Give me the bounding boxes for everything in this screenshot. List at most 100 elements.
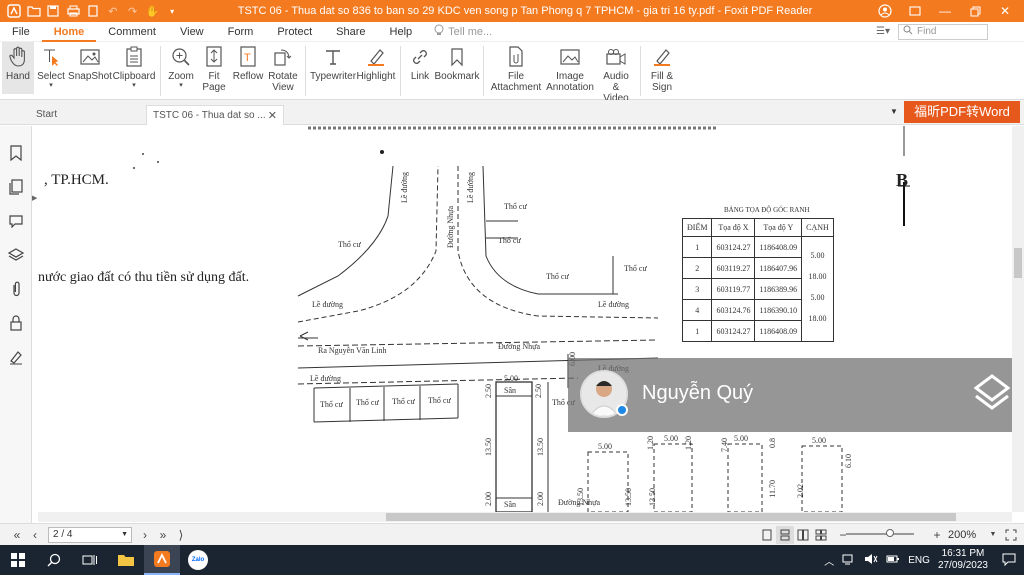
menu-view[interactable]: View [168,22,216,42]
highlight-button[interactable]: Highlight [356,42,396,82]
vertical-scrollbar[interactable] [1012,126,1024,512]
page-dropdown-icon[interactable]: ▼ [121,528,128,542]
new-icon[interactable] [85,3,101,19]
taskbar-clock[interactable]: 16:31 PM 27/09/2023 [938,548,988,572]
image-annotation-button[interactable]: Image Annotation [544,42,596,93]
notifications-icon[interactable] [1002,552,1016,569]
redo-icon[interactable]: ↷ [125,3,141,19]
horizontal-scrollbar[interactable] [38,512,1012,522]
pages-panel-icon[interactable] [0,170,32,204]
snapshot-button[interactable]: SnapShot [68,42,112,82]
bookmarks-panel-icon[interactable] [0,136,32,170]
sidebar-expand-icon[interactable]: ▶ [32,194,37,202]
fit-page-button[interactable]: Fit Page [197,42,231,93]
svg-text:T: T [244,52,251,64]
first-page-icon[interactable]: « [8,526,26,544]
window-title: TSTC 06 - Thua dat so 836 to ban so 29 K… [237,5,813,17]
zalo-icon[interactable]: Zalo [180,545,216,575]
zoom-dropdown-icon[interactable]: ▼ [984,526,1002,544]
layers-panel-icon[interactable] [0,238,32,272]
ribbon-options-icon[interactable] [900,0,930,22]
zoom-slider-knob[interactable] [886,529,894,537]
hand-tool-button[interactable]: Hand [2,42,34,94]
hand-tool-quick-icon[interactable]: ✋ [144,3,160,19]
find-input[interactable]: Find [898,23,988,40]
security-panel-icon[interactable] [0,306,32,340]
customize-dropdown-icon[interactable]: ▾ [164,3,180,19]
dimension-label: 5.00 [504,374,518,383]
find-placeholder: Find [917,26,937,37]
clock-date: 27/09/2023 [937,560,988,571]
minimize-icon[interactable]: — [930,0,960,22]
print-icon[interactable] [65,3,81,19]
horizontal-scroll-thumb[interactable] [386,513,956,521]
tab-current-document[interactable]: TSTC 06 - Thua dat so ... ✕ [146,105,284,125]
document-tab-strip: Start TSTC 06 - Thua dat so ... ✕ ▼ [0,100,1024,125]
foxit-taskbar-icon[interactable] [144,545,180,575]
next-page-icon[interactable]: › [136,526,154,544]
seller-watermark-overlay: Nguyễn Quý [568,358,1024,432]
menu-form[interactable]: Form [216,22,266,42]
dimension-label: 5.00 [812,436,826,445]
continuous-view-icon[interactable] [776,525,794,544]
menu-share[interactable]: Share [324,22,377,42]
menu-protect[interactable]: Protect [265,22,324,42]
volume-icon[interactable] [864,553,878,568]
link-button[interactable]: Link [405,42,435,82]
battery-icon[interactable] [886,554,900,567]
fullscreen-icon[interactable] [1002,526,1020,544]
file-attachment-button[interactable]: File Attachment [488,42,544,93]
fill-sign-button[interactable]: Fill & Sign [645,42,679,93]
rotate-view-button[interactable]: Rotate View [265,42,301,93]
task-view-icon[interactable] [72,545,108,575]
map-label-tho-cu: Thổ cư [356,398,379,407]
save-icon[interactable] [46,3,62,19]
audio-video-button[interactable]: Audio & Video [596,42,636,104]
windows-start-icon[interactable] [0,545,36,575]
restore-icon[interactable] [960,0,990,22]
menu-home[interactable]: Home [41,22,97,42]
continuous-facing-view-icon[interactable] [812,526,830,544]
dimension-label: 7.40 [720,438,729,452]
go-forward-icon[interactable]: ⟩ [172,526,190,544]
menu-file[interactable]: File [0,22,42,42]
undo-icon[interactable]: ↶ [105,3,121,19]
dimension-label: 2.50 [534,384,543,398]
pdf-to-word-button[interactable]: 福昕PDF转Word [904,101,1020,123]
tell-me-search[interactable]: Tell me... [424,24,492,39]
search-options-icon[interactable]: ☰▾ [876,26,890,37]
reflow-button[interactable]: T Reflow [231,42,265,82]
search-icon[interactable] [36,545,72,575]
typewriter-button[interactable]: Typewriter [310,42,356,82]
previous-page-icon[interactable]: ‹ [26,526,44,544]
select-tool-button[interactable]: Select ▾ [34,42,68,90]
last-page-icon[interactable]: » [154,526,172,544]
vertical-scroll-thumb[interactable] [1014,248,1022,278]
tab-start[interactable]: Start [30,105,142,125]
network-icon[interactable] [842,553,856,568]
zoom-in-icon[interactable]: + [928,526,946,544]
menu-help[interactable]: Help [378,22,425,42]
signature-panel-icon[interactable] [0,340,32,374]
page-number-input[interactable]: 2 / 4 ▼ [48,526,132,543]
menu-comment[interactable]: Comment [96,22,168,42]
facing-view-icon[interactable] [794,526,812,544]
account-icon[interactable] [870,0,900,22]
single-page-view-icon[interactable] [758,526,776,544]
tab-list-dropdown-icon[interactable]: ▼ [890,107,898,116]
comments-panel-icon[interactable] [0,204,32,238]
close-icon[interactable]: ✕ [990,0,1020,22]
zoom-button[interactable]: Zoom ▾ [165,42,197,90]
tab-close-icon[interactable]: ✕ [268,106,277,126]
bookmark-button[interactable]: Bookmark [435,42,480,82]
show-hidden-icons-icon[interactable]: ︿ [824,553,834,568]
language-indicator[interactable]: ENG [908,555,930,566]
verified-badge-icon [616,404,628,416]
open-folder-icon[interactable] [26,3,42,19]
clipboard-button[interactable]: Clipboard ▾ [112,42,156,90]
file-explorer-icon[interactable] [108,545,144,575]
attachments-panel-icon[interactable] [0,272,32,306]
pdf-page-view[interactable]: , TP.HCM. nước giao đất có thu tiền sử d… [38,126,1012,512]
zoom-slider[interactable] [846,533,914,535]
zoom-level[interactable]: 200% [948,529,984,541]
